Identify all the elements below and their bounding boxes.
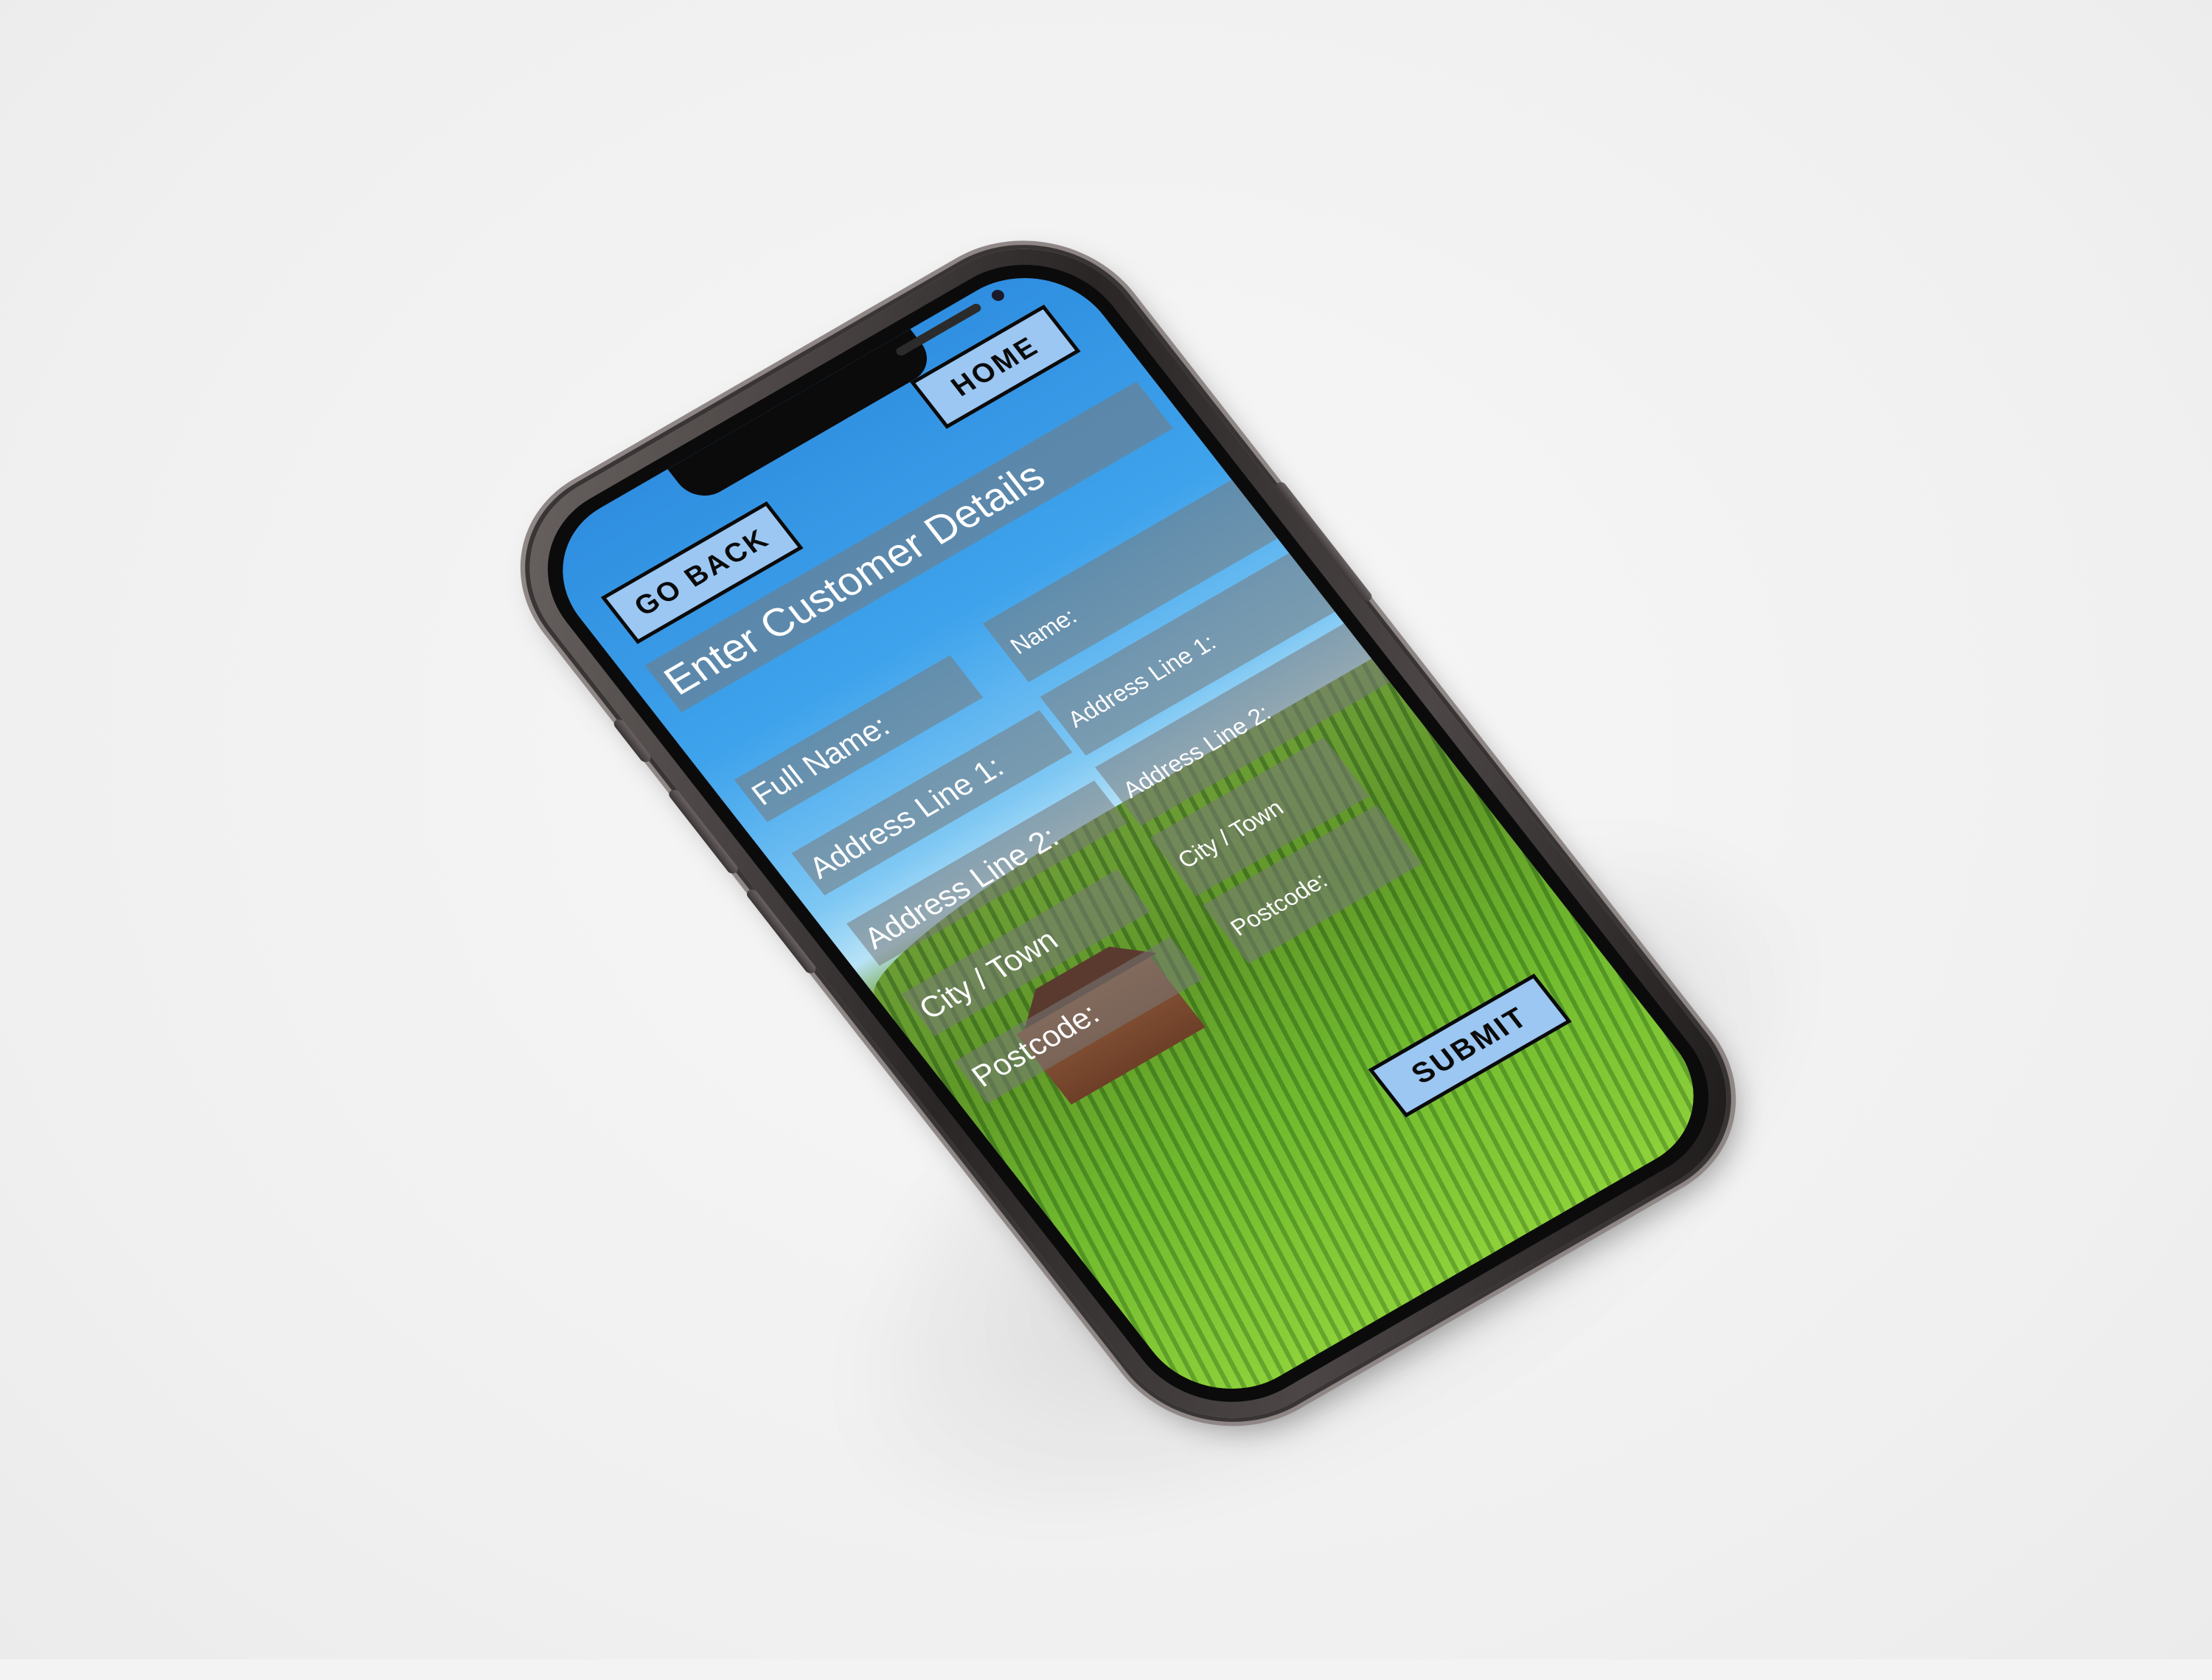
camera-icon — [989, 288, 1007, 303]
background: GO BACK HOME Enter Customer Details Full… — [0, 0, 2212, 1680]
home-button[interactable]: HOME — [910, 304, 1081, 429]
